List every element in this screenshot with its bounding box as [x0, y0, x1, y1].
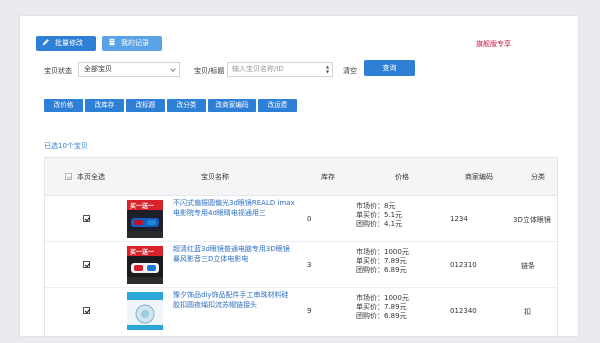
row-checkbox[interactable]	[83, 215, 90, 222]
row-checkbox[interactable]	[83, 307, 90, 314]
market-price: 市场价：1000元	[356, 248, 409, 256]
group-price: 团购价：6.89元	[356, 266, 407, 274]
chevron-down-icon	[170, 66, 176, 72]
edit-shipping-button[interactable]: 改运费	[258, 99, 297, 112]
merchant-code: 1234	[450, 215, 468, 223]
select-all-checkbox[interactable]	[65, 173, 72, 180]
batch-edit-button[interactable]: 批量修改	[36, 36, 96, 51]
status-select-value: 全部宝贝	[84, 65, 112, 73]
batch-edit-label: 批量修改	[55, 39, 83, 47]
product-name-link[interactable]: 豫夕饰品diy饰品配件手工串珠材料硅胶扣圆夜绳扣流苏帽链接头	[173, 290, 295, 310]
title-label: 宝贝/标题	[194, 67, 225, 75]
merchant-code: 012310	[450, 261, 477, 269]
promo-text: 旗舰版专享	[476, 40, 511, 48]
document-icon	[109, 38, 115, 46]
table-row[interactable]: 买一送一 超清红蓝3d眼镜普通电脑专用3D眼镜 暴风影音三D立体电影电 3 市场…	[45, 242, 557, 288]
product-name-link[interactable]: 超清红蓝3d眼镜普通电脑专用3D眼镜 暴风影音三D立体电影电	[173, 244, 295, 264]
price-block: 市场价：8元 单买价：5.1元 团购价：4.1元	[356, 202, 402, 229]
main-panel: 批量修改 我的记录 旗舰版专享 宝贝状态 全部宝贝 宝贝/标题 输入宝贝名称/I…	[20, 16, 578, 336]
thumb-caption: 买一送一	[130, 203, 155, 210]
single-price: 单买价：7.89元	[356, 303, 407, 311]
price-block: 市场价：1000元 单买价：7.89元 团购价：6.89元	[356, 248, 409, 275]
market-price: 市场价：8元	[356, 202, 396, 210]
search-button[interactable]: 查询	[364, 60, 415, 76]
product-thumbnail: 买一送一	[127, 200, 163, 238]
product-table: 本页全选 宝贝名称 库存 价格 商家编码 分类 买一送一 不闪式偏振圆偏光3d眼…	[44, 157, 558, 336]
stock-value: 0	[307, 215, 312, 223]
merchant-code: 012340	[450, 307, 477, 315]
my-records-label: 我的记录	[121, 39, 149, 47]
clear-button[interactable]: 清空	[343, 66, 357, 76]
pencil-icon	[42, 39, 49, 46]
header-code: 商家编码	[465, 173, 493, 181]
selected-count: 已选10个宝贝	[44, 142, 88, 150]
group-price: 团购价：4.1元	[356, 220, 403, 228]
title-placeholder: 输入宝贝名称/ID	[232, 65, 284, 73]
market-price: 市场价：1000元	[356, 294, 409, 302]
header-select-all: 本页全选	[77, 173, 105, 181]
single-price: 单买价：5.1元	[356, 211, 403, 219]
single-price: 单买价：7.89元	[356, 257, 407, 265]
header-stock: 库存	[321, 173, 335, 181]
stock-value: 3	[307, 261, 312, 269]
table-row[interactable]: 买一送一 不闪式偏振圆偏光3d眼镜REALD imax电影院专用4d眼睛电视通用…	[45, 196, 557, 242]
edit-category-button[interactable]: 改分类	[167, 99, 206, 112]
spinner-control[interactable]: ▲ ▼	[324, 64, 331, 75]
price-block: 市场价：1000元 单买价：7.89元 团购价：6.89元	[356, 294, 409, 321]
my-records-button[interactable]: 我的记录	[102, 36, 162, 51]
title-search-input[interactable]: 输入宝贝名称/ID ▲ ▼	[227, 62, 333, 77]
row-checkbox[interactable]	[83, 261, 90, 268]
status-select[interactable]: 全部宝贝	[78, 62, 180, 77]
header-category: 分类	[531, 173, 545, 181]
header-price: 价格	[395, 173, 409, 181]
spin-down-icon[interactable]: ▼	[324, 69, 331, 74]
category-value: 扣	[524, 308, 531, 316]
product-name-link[interactable]: 不闪式偏振圆偏光3d眼镜REALD imax电影院专用4d眼睛电视通用三	[173, 198, 295, 218]
category-value: 链条	[521, 262, 535, 270]
thumb-caption: 买一送一	[130, 249, 155, 256]
edit-stock-button[interactable]: 改库存	[85, 99, 124, 112]
table-header: 本页全选 宝贝名称 库存 价格 商家编码 分类	[45, 158, 557, 196]
group-price: 团购价：6.89元	[356, 312, 407, 320]
product-thumbnail	[127, 292, 163, 330]
product-thumbnail: 买一送一	[127, 246, 163, 284]
status-label: 宝贝状态	[44, 67, 72, 75]
header-name: 宝贝名称	[201, 173, 229, 181]
edit-title-button[interactable]: 改标题	[126, 99, 165, 112]
edit-price-button[interactable]: 改价格	[44, 99, 83, 112]
edit-merchant-code-button[interactable]: 改商家编码	[208, 99, 256, 112]
category-value: 3D立体眼镜	[513, 216, 551, 224]
stock-value: 9	[307, 307, 312, 315]
table-row[interactable]: 豫夕饰品diy饰品配件手工串珠材料硅胶扣圆夜绳扣流苏帽链接头 9 市场价：100…	[45, 288, 557, 334]
